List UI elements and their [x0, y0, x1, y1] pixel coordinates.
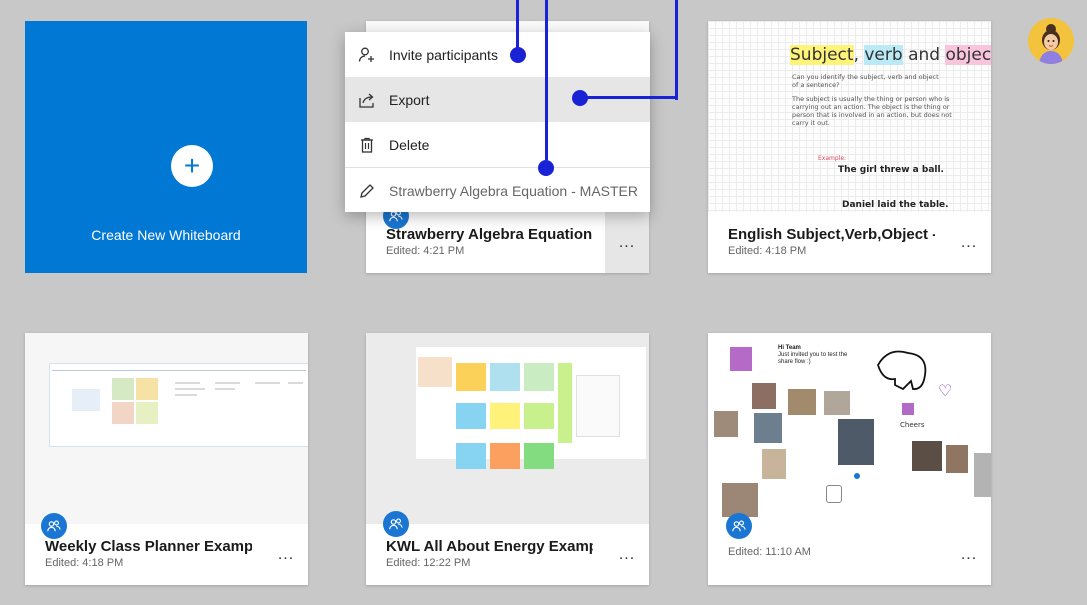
more-options-button[interactable]: ... [605, 524, 649, 585]
annotation-line [516, 0, 519, 48]
subject-heading: Subject [790, 45, 854, 65]
rename-value: Strawberry Algebra Equation - MASTER [389, 182, 638, 199]
whiteboard-thumbnail [25, 333, 308, 524]
object-heading: object [945, 45, 991, 65]
preview-line: person that is involved in an action, bu… [792, 111, 952, 119]
whiteboard-context-menu: Invite participants Export Delete Strawb… [345, 32, 650, 212]
preview-line: carrying out an action. The object is th… [792, 103, 950, 111]
more-options-button[interactable]: ... [947, 212, 991, 273]
card-edited-time: Edited: 4:18 PM [45, 557, 124, 569]
example-label: Example: [818, 155, 847, 162]
whiteboard-thumbnail [366, 333, 649, 524]
more-options-button[interactable]: ... [947, 524, 991, 585]
annotation-line [584, 96, 678, 99]
card-edited-time: Edited: 4:21 PM [386, 245, 465, 257]
whiteboard-thumbnail: Hi Team Just invited you to test the sha… [708, 333, 991, 524]
menu-item-delete[interactable]: Delete [345, 122, 650, 167]
shared-badge-icon [726, 513, 752, 539]
card-title: English Subject,Verb,Object - M... [728, 226, 935, 243]
annotation-line [545, 0, 548, 160]
heading-comma: , [853, 45, 859, 65]
more-options-button[interactable]: ... [264, 524, 308, 585]
rename-field[interactable]: Strawberry Algebra Equation - MASTER [345, 167, 650, 213]
whiteboard-card-weekly-planner[interactable]: Weekly Class Planner Example Edited: 4:1… [25, 333, 308, 585]
card-edited-time: Edited: 12:22 PM [386, 557, 471, 569]
create-new-whiteboard-card[interactable]: + Create New Whiteboard [25, 21, 307, 273]
whiteboard-card-kwl-energy[interactable]: KWL All About Energy Example Edited: 12:… [366, 333, 649, 585]
preview-line: The subject is usually the thing or pers… [792, 95, 950, 103]
create-new-whiteboard-label: Create New Whiteboard [91, 227, 241, 243]
user-avatar[interactable] [1028, 18, 1074, 64]
collage-line: share flow :) [778, 359, 811, 365]
menu-item-label: Export [389, 91, 430, 108]
avatar-icon [1028, 18, 1074, 64]
annotation-dot [510, 47, 526, 63]
card-edited-time: Edited: 4:18 PM [728, 245, 807, 257]
collage-line: Just invited you to test the [778, 352, 848, 358]
card-title: Weekly Class Planner Example [45, 538, 252, 555]
example-sentence: The girl threw a ball. [838, 165, 944, 175]
example-sentence-2: Daniel laid the table. [842, 200, 949, 210]
pencil-icon [345, 182, 389, 200]
annotation-dot [572, 90, 588, 106]
add-person-icon [345, 46, 389, 64]
whiteboard-card-english[interactable]: Subject, verb and object Can you identif… [708, 21, 991, 273]
card-title: KWL All About Energy Example [386, 538, 593, 555]
preview-line: of a sentence? [792, 81, 840, 89]
card-edited-time: Edited: 11:10 AM [728, 546, 811, 558]
share-export-icon [345, 91, 389, 109]
preview-line: carry it out. [792, 119, 830, 127]
menu-item-label: Invite participants [389, 46, 498, 63]
menu-item-export[interactable]: Export [345, 77, 650, 122]
shared-badge-icon [383, 511, 409, 537]
annotation-dot [538, 160, 554, 176]
whiteboard-card-team-collage[interactable]: Hi Team Just invited you to test the sha… [708, 333, 991, 585]
more-options-button[interactable]: ... [605, 212, 649, 273]
and-heading: and [908, 45, 941, 65]
annotation-line [675, 0, 678, 100]
menu-item-label: Delete [389, 136, 430, 153]
card-title: Strawberry Algebra Equation -... [386, 226, 593, 243]
preview-line: Can you identify the subject, verb and o… [792, 73, 939, 81]
verb-heading: verb [864, 45, 903, 65]
collage-signature: Cheers [900, 421, 925, 429]
trash-icon [345, 136, 389, 154]
menu-item-invite-participants[interactable]: Invite participants [345, 32, 650, 77]
collage-title: Hi Team [778, 345, 801, 351]
shared-badge-icon [41, 513, 67, 539]
whiteboard-thumbnail: Subject, verb and object Can you identif… [708, 21, 991, 212]
plus-icon[interactable]: + [171, 145, 213, 187]
